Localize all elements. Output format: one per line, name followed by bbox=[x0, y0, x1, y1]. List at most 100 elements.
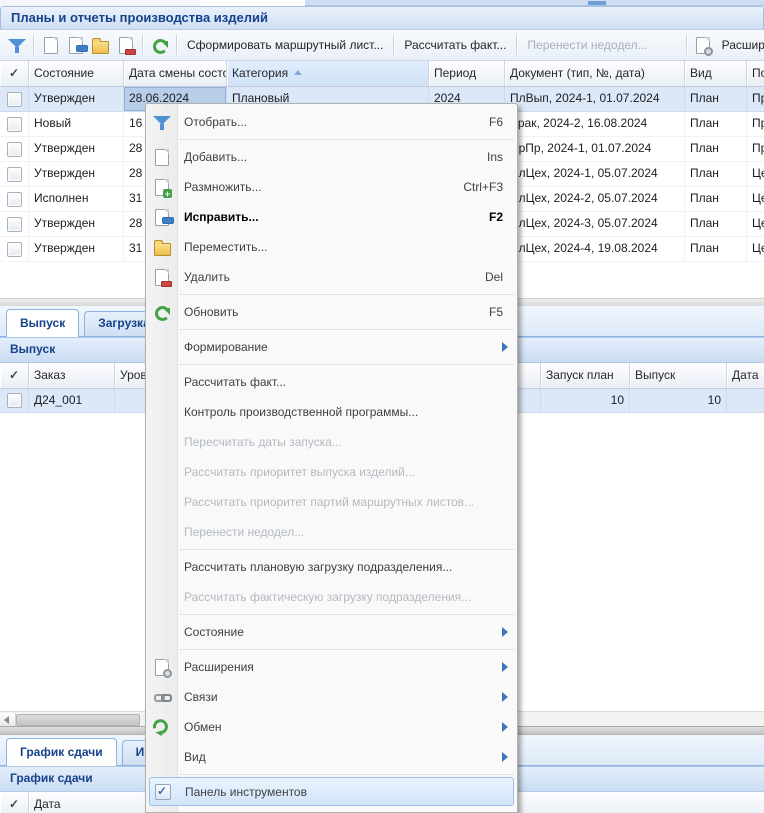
add-button[interactable] bbox=[38, 33, 63, 57]
row-checkbox[interactable] bbox=[7, 92, 22, 107]
menu-item-shortcut: F2 bbox=[469, 210, 513, 224]
cell-order: Д24_001 bbox=[29, 389, 115, 412]
menu-separator bbox=[179, 329, 514, 330]
menu-item-rasschitat-fakt[interactable]: Рассчитать факт... bbox=[146, 367, 517, 397]
menu-item-icon-slot bbox=[152, 558, 172, 576]
menu-item-icon-slot bbox=[152, 268, 172, 286]
column-header-check[interactable]: ✓ bbox=[0, 363, 29, 388]
plans-grid-header: ✓СостояниеДата смены состоянияКатегорияП… bbox=[0, 61, 764, 87]
submenu-arrow-icon bbox=[502, 662, 508, 672]
menu-item-panel-instrumentov[interactable]: Панель инструментов bbox=[149, 777, 514, 806]
edit-document-icon bbox=[69, 37, 83, 54]
menu-item-obnovit[interactable]: ОбновитьF5 bbox=[146, 297, 517, 327]
filter-button[interactable] bbox=[4, 33, 29, 57]
row-checkbox[interactable] bbox=[7, 393, 22, 408]
menu-item-svyazi[interactable]: Связи bbox=[146, 682, 517, 712]
cell-document: ПрПр, 2024-1, 01.07.2024 bbox=[505, 137, 685, 161]
column-header-kind[interactable]: Вид bbox=[685, 61, 747, 86]
column-header-check[interactable]: ✓ bbox=[0, 61, 29, 86]
form-route-list-button[interactable]: Сформировать маршрутный лист... bbox=[181, 38, 389, 52]
cell-check bbox=[0, 87, 29, 111]
menu-item-formirovanie[interactable]: Формирование bbox=[146, 332, 517, 362]
menu-item-icon-slot bbox=[152, 493, 172, 511]
vypusk-panel-title: Выпуск bbox=[10, 342, 55, 356]
cell-check bbox=[0, 162, 29, 186]
menu-item-label: Исправить... bbox=[184, 210, 259, 224]
submenu-arrow-icon bbox=[502, 342, 508, 352]
menu-item-vid[interactable]: Вид bbox=[146, 742, 517, 772]
extensions-button-label[interactable]: Расширения bbox=[716, 38, 764, 52]
cell-document: ПлЦех, 2024-4, 19.08.2024 bbox=[505, 237, 685, 261]
calc-fact-button[interactable]: Рассчитать факт... bbox=[398, 38, 512, 52]
menu-item-sostoyanie[interactable]: Состояние bbox=[146, 617, 517, 647]
cell-check bbox=[0, 187, 29, 211]
refresh-button[interactable] bbox=[147, 33, 172, 57]
menu-separator bbox=[179, 364, 514, 365]
menu-item-ispravit[interactable]: Исправить... F2 bbox=[146, 202, 517, 232]
column-header-date[interactable]: Дата bbox=[29, 792, 149, 813]
row-checkbox[interactable] bbox=[7, 192, 22, 207]
toolbar-separator bbox=[33, 35, 34, 55]
move-button[interactable] bbox=[88, 33, 113, 57]
menu-item-udalit[interactable]: УдалитьDel bbox=[146, 262, 517, 292]
column-header-category[interactable]: Категория bbox=[227, 61, 429, 86]
column-header-check[interactable]: ✓ bbox=[0, 792, 29, 813]
row-checkbox[interactable] bbox=[7, 217, 22, 232]
filter-icon bbox=[153, 114, 171, 131]
menu-item-label: Отобрать... bbox=[184, 115, 247, 129]
menu-item-otobrat[interactable]: Отобрать...F6 bbox=[146, 107, 517, 137]
menu-separator bbox=[179, 549, 514, 550]
menu-item-pereschitat-daty: Пересчитать даты запуска... bbox=[146, 427, 517, 457]
scroll-left-arrow-icon[interactable] bbox=[0, 713, 16, 727]
column-header-plan_start[interactable]: Запуск план bbox=[541, 363, 630, 388]
menu-item-rasshireniya[interactable]: Расширения bbox=[146, 652, 517, 682]
menu-item-icon-slot bbox=[152, 588, 172, 606]
links-icon bbox=[154, 689, 171, 705]
column-header-output[interactable]: Выпуск bbox=[630, 363, 727, 388]
menu-item-plan-zagruzka[interactable]: Рассчитать плановую загрузку подразделен… bbox=[146, 552, 517, 582]
cell-check bbox=[0, 212, 29, 236]
column-header-state[interactable]: Состояние bbox=[29, 61, 124, 86]
menu-item-obmen[interactable]: Обмен bbox=[146, 712, 517, 742]
scrollbar-thumb[interactable] bbox=[16, 714, 140, 726]
toolbar-separator bbox=[516, 35, 517, 55]
extensions-button[interactable] bbox=[691, 33, 716, 57]
menu-item-perenesti-nedodel: Перенести недодел... bbox=[146, 517, 517, 547]
cell-plan_start: 10 bbox=[541, 389, 630, 412]
row-checkbox[interactable] bbox=[7, 242, 22, 257]
cell-state: Исполнен bbox=[29, 187, 124, 211]
edit-button[interactable] bbox=[63, 33, 88, 57]
menu-item-icon-slot bbox=[152, 178, 172, 196]
row-checkbox[interactable] bbox=[7, 142, 22, 157]
column-header-date[interactable]: Дата смены состояния bbox=[124, 61, 227, 86]
column-header-document[interactable]: Документ (тип, №, дата) bbox=[505, 61, 685, 86]
cell-output: 10 bbox=[630, 389, 727, 412]
column-header-order[interactable]: Заказ bbox=[29, 363, 115, 388]
menu-item-dobavit[interactable]: Добавить...Ins bbox=[146, 142, 517, 172]
new-document-icon bbox=[155, 149, 169, 166]
tab-mid-active[interactable]: Выпуск bbox=[6, 309, 79, 337]
checkbox-checked-icon[interactable] bbox=[155, 784, 171, 800]
row-checkbox[interactable] bbox=[7, 167, 22, 182]
menu-item-razmnozhit[interactable]: Размножить...Ctrl+F3 bbox=[146, 172, 517, 202]
delete-button[interactable] bbox=[113, 33, 138, 57]
filter-icon bbox=[8, 37, 26, 54]
cell-kind: План bbox=[685, 87, 747, 111]
menu-item-peremestit[interactable]: Переместить... bbox=[146, 232, 517, 262]
column-header-period[interactable]: Период bbox=[429, 61, 505, 86]
menu-item-fakt-zagruzka: Рассчитать фактическую загрузку подразде… bbox=[146, 582, 517, 612]
tab-bottom-active[interactable]: График сдачи bbox=[6, 738, 117, 766]
toolbar-separator bbox=[686, 35, 687, 55]
delete-document-icon bbox=[119, 37, 133, 54]
cell-kind: План bbox=[685, 237, 747, 261]
toolbar-separator bbox=[142, 35, 143, 55]
cell-check bbox=[0, 112, 29, 136]
check-column-icon: ✓ bbox=[9, 66, 19, 80]
column-header-date[interactable]: Дата bbox=[727, 363, 764, 388]
row-checkbox[interactable] bbox=[7, 117, 22, 132]
menu-item-label: Вид bbox=[184, 750, 206, 764]
column-header-dept[interactable]: Подразделение bbox=[747, 61, 764, 86]
menu-item-kontrol-programmy[interactable]: Контроль производственной программы... bbox=[146, 397, 517, 427]
menu-item-shortcut: Del bbox=[465, 270, 513, 284]
cell-document: ПлЦех, 2024-1, 05.07.2024 bbox=[505, 162, 685, 186]
